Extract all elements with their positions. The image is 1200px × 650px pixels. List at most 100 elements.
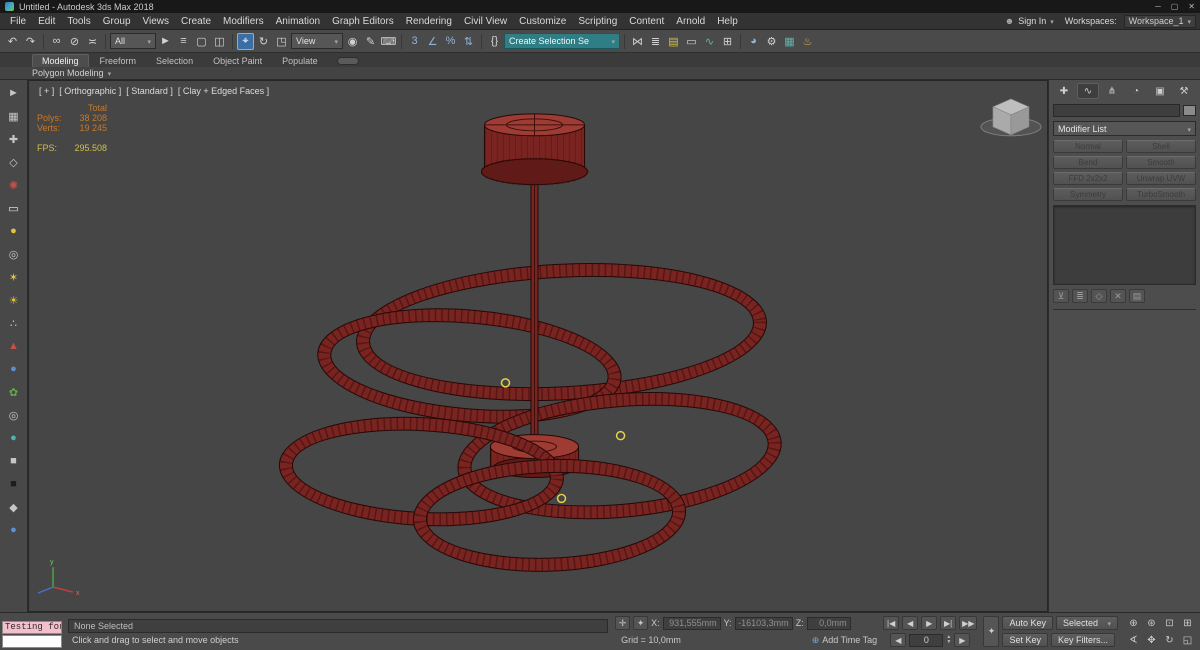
viewport[interactable]: x y [ + ] [ Orthographic ] [ Standard ] [ C…: [28, 80, 1048, 612]
select-and-move-icon[interactable]: ⌖: [237, 32, 254, 50]
align-icon[interactable]: ≣: [647, 33, 664, 50]
previous-key-icon[interactable]: ◀: [890, 633, 907, 647]
minimize-button[interactable]: ─: [1155, 2, 1161, 11]
undo-icon[interactable]: ↶: [4, 33, 21, 50]
field-of-view-icon[interactable]: ∢: [1125, 632, 1142, 648]
z-coordinate-field[interactable]: 0,0mm: [806, 616, 851, 630]
select-object-icon[interactable]: ►: [157, 33, 174, 50]
workspace-dropdown[interactable]: Workspace_1: [1123, 14, 1196, 28]
menu-item[interactable]: Animation: [270, 15, 326, 28]
create-tab-icon[interactable]: ✚: [1053, 83, 1075, 99]
selection-filter-dropdown[interactable]: All: [110, 33, 156, 49]
object-color-swatch[interactable]: [1183, 105, 1196, 116]
current-frame-field[interactable]: 0: [909, 633, 944, 647]
frame-spinner[interactable]: ▲ ▼: [946, 635, 951, 645]
material-editor-icon[interactable]: ◕: [745, 33, 762, 50]
modifier-button[interactable]: Normal: [1053, 140, 1123, 153]
viewport-shading-menu[interactable]: [ Clay + Edged Faces ]: [178, 86, 269, 96]
object-name-field[interactable]: [1053, 104, 1180, 117]
menu-item[interactable]: Content: [623, 15, 670, 28]
unlink-selection-icon[interactable]: ⊘: [66, 33, 83, 50]
left-tool-plane-icon[interactable]: ▭: [4, 198, 24, 218]
menu-item[interactable]: File: [4, 15, 32, 28]
hierarchy-tab-icon[interactable]: ⋔: [1101, 83, 1123, 99]
viewport-canvas[interactable]: x y: [29, 81, 1047, 611]
viewcube[interactable]: [980, 98, 1042, 137]
schematic-view-icon[interactable]: ⊞: [719, 33, 736, 50]
set-key-button[interactable]: Set Key: [1002, 633, 1048, 647]
select-by-name-icon[interactable]: ≡: [175, 33, 192, 50]
maximize-button[interactable]: ▢: [1171, 2, 1179, 11]
maximize-viewport-toggle-icon[interactable]: ◱: [1179, 632, 1196, 648]
selection-lock-icon[interactable]: ✦: [633, 616, 649, 630]
select-and-link-icon[interactable]: ∞: [48, 33, 65, 50]
zoom-extents-all-icon[interactable]: ⊞: [1179, 615, 1196, 631]
chandelier-canopy[interactable]: [480, 113, 589, 186]
left-tool-cone-icon[interactable]: ▲: [4, 336, 24, 356]
key-filters-button[interactable]: Key Filters...: [1051, 633, 1116, 647]
chandelier-rod[interactable]: [530, 171, 539, 448]
left-tool-ball-icon[interactable]: ●: [4, 359, 24, 379]
next-key-icon[interactable]: ▶: [954, 633, 971, 647]
spinner-snap-icon[interactable]: ⇅: [460, 33, 477, 50]
auto-key-button[interactable]: Auto Key: [1002, 616, 1053, 630]
layer-manager-icon[interactable]: ▤: [665, 33, 682, 50]
left-tool-box-icon[interactable]: ■: [4, 451, 24, 471]
chandelier-ring-2[interactable]: [313, 297, 626, 435]
pin-stack-icon[interactable]: ⊻: [1053, 289, 1069, 303]
show-end-result-icon[interactable]: ≣: [1072, 289, 1088, 303]
listener-script-line[interactable]: [2, 635, 62, 648]
modifier-list-dropdown[interactable]: Modifier List: [1053, 121, 1196, 136]
sign-in-button[interactable]: ☻ Sign In: [1001, 16, 1058, 26]
modify-tab-icon[interactable]: ∿: [1077, 83, 1099, 99]
left-tool-diamond-icon[interactable]: ◆: [4, 497, 24, 517]
play-icon[interactable]: ▶: [921, 616, 938, 630]
menu-item[interactable]: Civil View: [458, 15, 513, 28]
menu-item[interactable]: Group: [97, 15, 137, 28]
y-coordinate-field[interactable]: -16103,3mm: [734, 616, 793, 630]
zoom-extents-icon[interactable]: ⊡: [1161, 615, 1178, 631]
pan-icon[interactable]: ✥: [1143, 632, 1160, 648]
rectangular-selection-region-icon[interactable]: ▢: [193, 33, 210, 50]
menu-item[interactable]: Rendering: [400, 15, 458, 28]
remove-modifier-icon[interactable]: ✕: [1110, 289, 1126, 303]
left-tool-torus-icon[interactable]: ◎: [4, 244, 24, 264]
named-selection-sets-dropdown[interactable]: Create Selection Se: [504, 33, 620, 49]
left-tool-foliage-icon[interactable]: ✿: [4, 382, 24, 402]
modifier-button[interactable]: Unwrap UVW: [1126, 172, 1196, 185]
mirror-icon[interactable]: ⋈: [629, 33, 646, 50]
rendered-frame-window-icon[interactable]: ▦: [781, 33, 798, 50]
left-tool-light-icon[interactable]: ☀: [4, 290, 24, 310]
next-frame-icon[interactable]: ▶|: [940, 616, 957, 630]
polygon-modeling-panel[interactable]: Polygon Modeling: [32, 68, 104, 78]
menu-item[interactable]: Help: [711, 15, 744, 28]
ribbon-minimize-toggle[interactable]: [336, 57, 359, 65]
modifier-stack[interactable]: [1053, 205, 1196, 285]
menu-item[interactable]: Edit: [32, 15, 61, 28]
select-and-rotate-icon[interactable]: ↻: [255, 33, 272, 50]
configure-modifier-sets-icon[interactable]: ▤: [1129, 289, 1145, 303]
viewport-general-menu[interactable]: [ + ]: [39, 86, 54, 96]
set-key-mode-button[interactable]: ✦: [983, 616, 1000, 647]
use-pivot-point-center-icon[interactable]: ◉: [344, 33, 361, 50]
menu-item[interactable]: Scripting: [572, 15, 623, 28]
left-tool-ring-icon[interactable]: ◎: [4, 405, 24, 425]
reference-coordinate-system-dropdown[interactable]: View: [291, 33, 343, 49]
display-tab-icon[interactable]: ▣: [1149, 83, 1171, 99]
snap-toggle-3d-icon[interactable]: 3: [406, 33, 423, 50]
left-tool-select-icon[interactable]: ►: [4, 83, 24, 103]
menu-item[interactable]: Graph Editors: [326, 15, 400, 28]
left-tool-blue-dot-icon[interactable]: ●: [4, 520, 24, 540]
left-tool-star-icon[interactable]: ✶: [4, 267, 24, 287]
keyboard-shortcut-override-icon[interactable]: ⌨: [380, 33, 397, 50]
key-selection-dropdown[interactable]: Selected: [1056, 616, 1118, 630]
bind-to-space-warp-icon[interactable]: ≍: [84, 33, 101, 50]
menu-item[interactable]: Views: [137, 15, 176, 28]
viewport-pov-menu[interactable]: [ Orthographic ]: [59, 86, 121, 96]
ribbon-toggle-icon[interactable]: ▭: [683, 33, 700, 50]
previous-frame-icon[interactable]: ◀: [902, 616, 919, 630]
zoom-all-icon[interactable]: ⊛: [1143, 615, 1160, 631]
render-setup-icon[interactable]: ⚙: [763, 33, 780, 50]
modifier-button[interactable]: Symmetry: [1053, 188, 1123, 201]
menu-item[interactable]: Customize: [513, 15, 572, 28]
